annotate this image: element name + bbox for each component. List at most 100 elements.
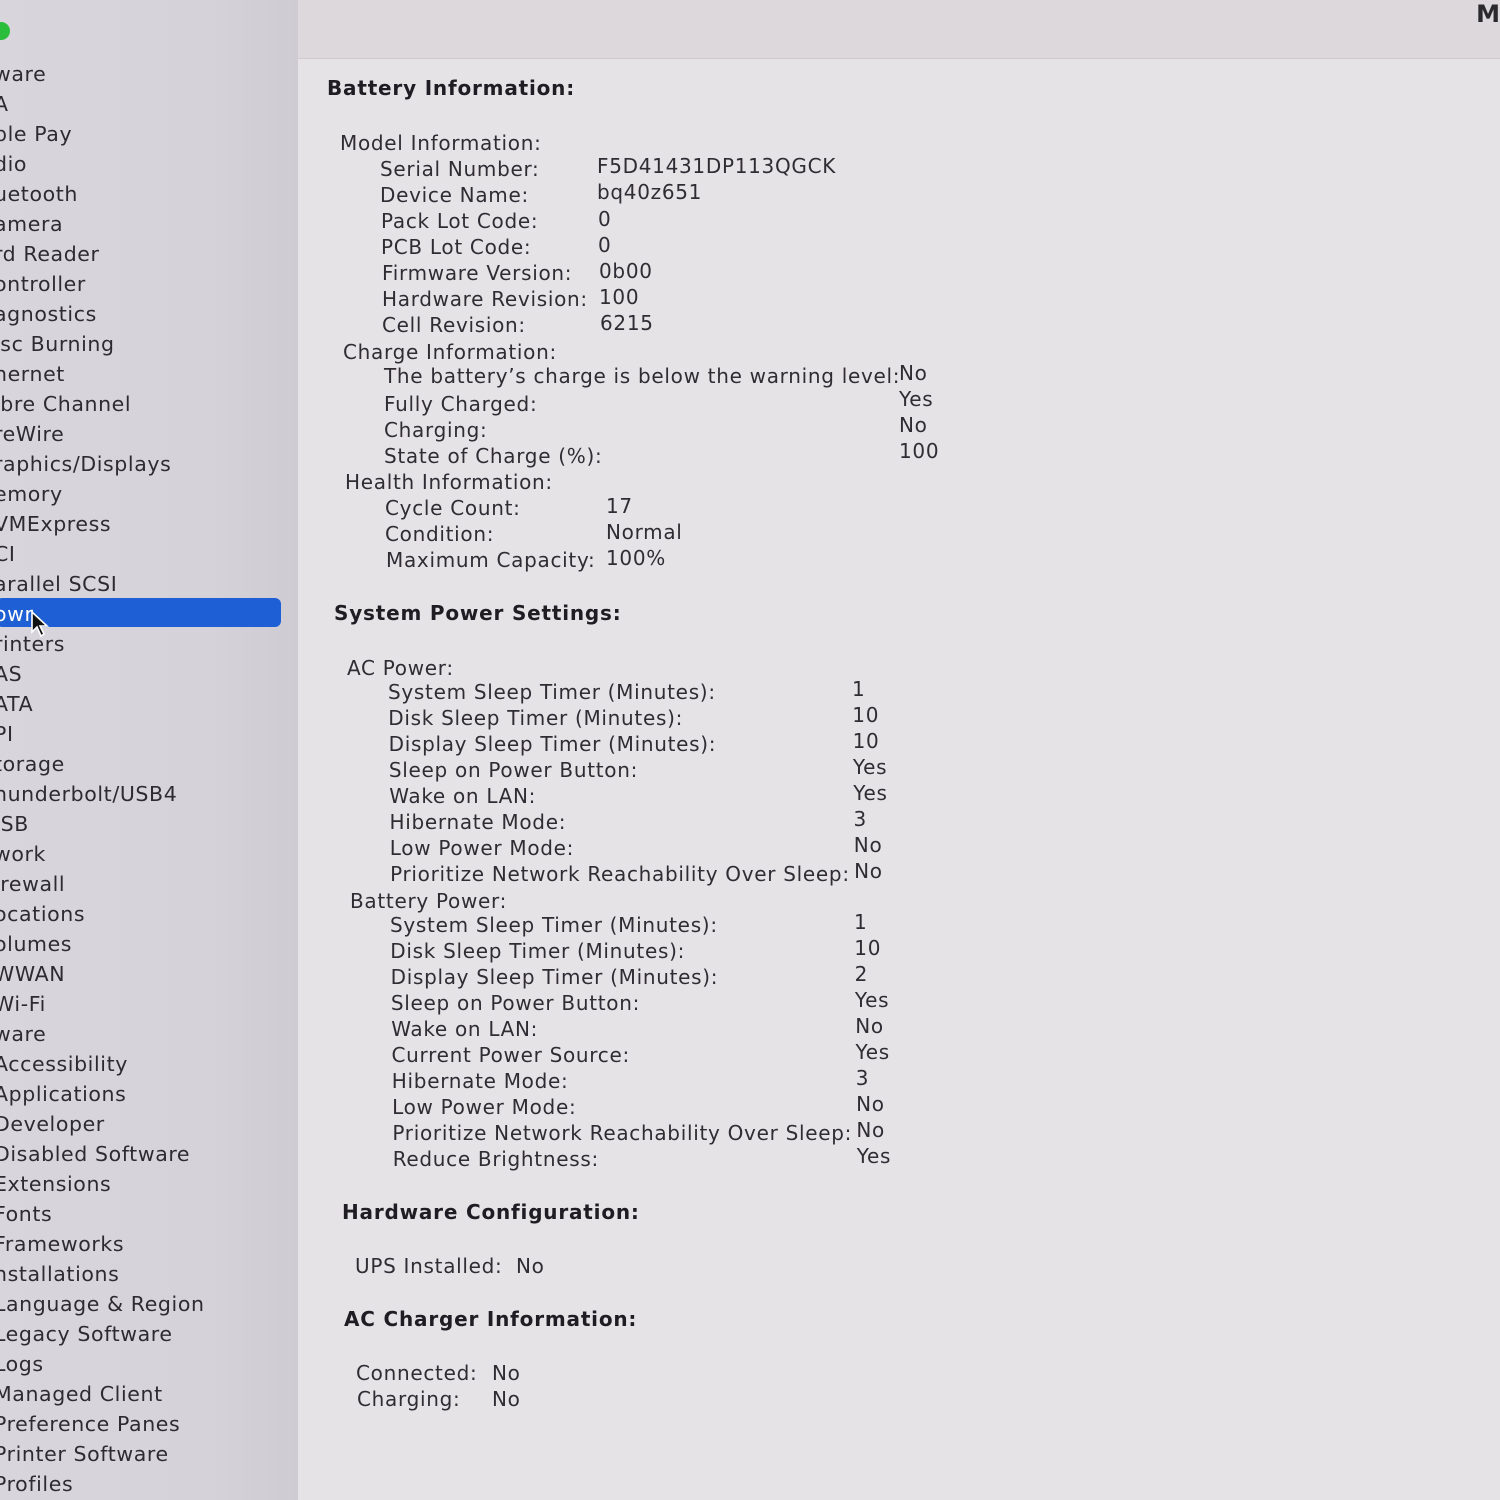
setting-label: Display Sleep Timer (Minutes):: [388, 732, 717, 756]
cell-revision-value: 6215: [600, 311, 654, 335]
firmware-version-value: 0b00: [599, 259, 653, 283]
toolbar-corner-text: M: [1476, 0, 1500, 28]
mouse-pointer-icon: [31, 610, 50, 638]
setting-label: Reduce Brightness:: [392, 1147, 599, 1171]
sidebar-item[interactable]: Extensions: [0, 1170, 111, 1198]
state-of-charge-value: 100: [899, 439, 940, 463]
sidebar-item[interactable]: nstallations: [0, 1260, 119, 1288]
charging-value: No: [899, 413, 928, 437]
setting-value: No: [854, 859, 883, 883]
setting-label: Sleep on Power Button:: [388, 758, 639, 782]
setting-value: Yes: [856, 1144, 892, 1168]
sidebar-item[interactable]: Logs: [0, 1350, 44, 1378]
setting-value: 1: [854, 910, 868, 934]
sidebar-item[interactable]: amera: [0, 210, 63, 238]
pack-lot-label: Pack Lot Code:: [381, 209, 539, 233]
hardware-revision-value: 100: [599, 285, 640, 309]
sidebar-item[interactable]: Disabled Software: [0, 1140, 190, 1168]
sidebar-item[interactable]: Managed Client: [0, 1380, 163, 1408]
fully-charged-value: Yes: [899, 387, 934, 411]
setting-value: 3: [855, 1066, 870, 1090]
charge-warning-label: The battery’s charge is below the warnin…: [384, 364, 901, 388]
charger-charging-label: Charging:: [357, 1387, 461, 1411]
setting-label: Prioritize Network Reachability Over Sle…: [392, 1121, 853, 1145]
sidebar-item[interactable]: agnostics: [0, 300, 97, 328]
setting-label: Prioritize Network Reachability Over Sle…: [390, 862, 850, 886]
max-capacity-value: 100%: [606, 546, 666, 570]
battery-section-title: Battery Information:: [327, 76, 576, 100]
setting-value: Yes: [854, 988, 890, 1012]
sidebar-item[interactable]: ontroller: [0, 270, 86, 298]
hardware-section-title: Hardware Configuration:: [342, 1200, 640, 1224]
sidebar-item[interactable]: Accessibility: [0, 1050, 128, 1078]
sidebar: wareAple Paydiouetoothamerard Readerontr…: [0, 0, 299, 1500]
setting-label: Hibernate Mode:: [391, 1069, 569, 1093]
sidebar-item[interactable]: isc Burning: [0, 330, 115, 358]
sidebar-item[interactable]: hernet: [0, 360, 65, 388]
sidebar-item[interactable]: JSB: [0, 810, 29, 838]
state-of-charge-label: State of Charge (%):: [384, 444, 603, 468]
sidebar-item[interactable]: ibre Channel: [0, 390, 131, 418]
sidebar-item[interactable]: A: [0, 90, 9, 118]
setting-value: No: [855, 1014, 884, 1038]
sidebar-item[interactable]: PI: [0, 720, 14, 748]
sidebar-item[interactable]: dio: [0, 150, 27, 178]
sidebar-item[interactable]: rd Reader: [0, 240, 100, 268]
setting-label: Hibernate Mode:: [389, 810, 567, 834]
sidebar-item[interactable]: olumes: [0, 930, 72, 958]
sidebar-item[interactable]: WWAN: [0, 960, 65, 988]
sidebar-item[interactable]: raphics/Displays: [0, 450, 171, 478]
zoom-window-button[interactable]: [0, 22, 10, 40]
setting-value: No: [853, 833, 883, 857]
pack-lot-value: 0: [598, 207, 612, 231]
setting-value: No: [856, 1118, 885, 1142]
sidebar-item[interactable]: Printer Software: [0, 1440, 169, 1468]
sidebar-item[interactable]: ple Pay: [0, 120, 72, 148]
sidebar-item[interactable]: Preference Panes: [0, 1410, 180, 1438]
sidebar-item[interactable]: arallel SCSI: [0, 570, 117, 598]
sidebar-item[interactable]: work: [0, 840, 46, 868]
sidebar-item[interactable]: Frameworks: [0, 1230, 124, 1258]
sidebar-item[interactable]: emory: [0, 480, 63, 508]
sidebar-item[interactable]: Wi-Fi: [0, 990, 46, 1018]
sidebar-item[interactable]: AS: [0, 660, 22, 688]
setting-label: Low Power Mode:: [392, 1095, 577, 1119]
serial-number-label: Serial Number:: [380, 157, 540, 181]
condition-value: Normal: [606, 520, 683, 544]
cycle-count-label: Cycle Count:: [385, 496, 521, 520]
sidebar-item[interactable]: hunderbolt/USB4: [0, 780, 177, 808]
sidebar-item[interactable]: Fonts: [0, 1200, 52, 1228]
hardware-revision-label: Hardware Revision:: [382, 287, 588, 311]
sidebar-item[interactable]: CI: [0, 540, 16, 568]
sidebar-item[interactable]: Language & Region: [0, 1290, 205, 1318]
sidebar-item[interactable]: irewall: [0, 870, 65, 898]
setting-value: 1: [852, 677, 866, 701]
charger-connected-label: Connected:: [356, 1361, 478, 1385]
sidebar-item[interactable]: torage: [0, 750, 65, 778]
sidebar-item[interactable]: ocations: [0, 900, 85, 928]
setting-label: Disk Sleep Timer (Minutes):: [388, 706, 684, 730]
setting-label: Low Power Mode:: [389, 836, 575, 860]
sidebar-item[interactable]: VMExpress: [0, 510, 111, 538]
charger-charging-value: No: [492, 1387, 521, 1411]
device-name-label: Device Name:: [380, 183, 529, 207]
setting-label: Current Power Source:: [391, 1043, 630, 1067]
setting-value: Yes: [852, 755, 888, 779]
sidebar-item[interactable]: Developer: [0, 1110, 105, 1138]
sidebar-item[interactable]: ware: [0, 1020, 46, 1048]
setting-label: Sleep on Power Button:: [390, 991, 641, 1015]
sidebar-item[interactable]: owr: [0, 600, 34, 628]
sidebar-item[interactable]: ATA: [0, 690, 33, 718]
sidebar-item[interactable]: Applications: [0, 1080, 126, 1108]
sidebar-item[interactable]: reWire: [0, 420, 64, 448]
setting-value: Yes: [855, 1040, 890, 1064]
firmware-version-label: Firmware Version:: [382, 261, 573, 285]
sidebar-item[interactable]: Legacy Software: [0, 1320, 173, 1348]
sidebar-item[interactable]: uetooth: [0, 180, 78, 208]
cycle-count-value: 17: [606, 494, 633, 518]
sidebar-item[interactable]: ware: [0, 60, 46, 88]
sidebar-item[interactable]: Profiles: [0, 1470, 73, 1498]
device-name-value: bq40z651: [597, 180, 703, 204]
ups-installed-value: No: [516, 1254, 545, 1278]
pcb-lot-value: 0: [598, 233, 612, 257]
